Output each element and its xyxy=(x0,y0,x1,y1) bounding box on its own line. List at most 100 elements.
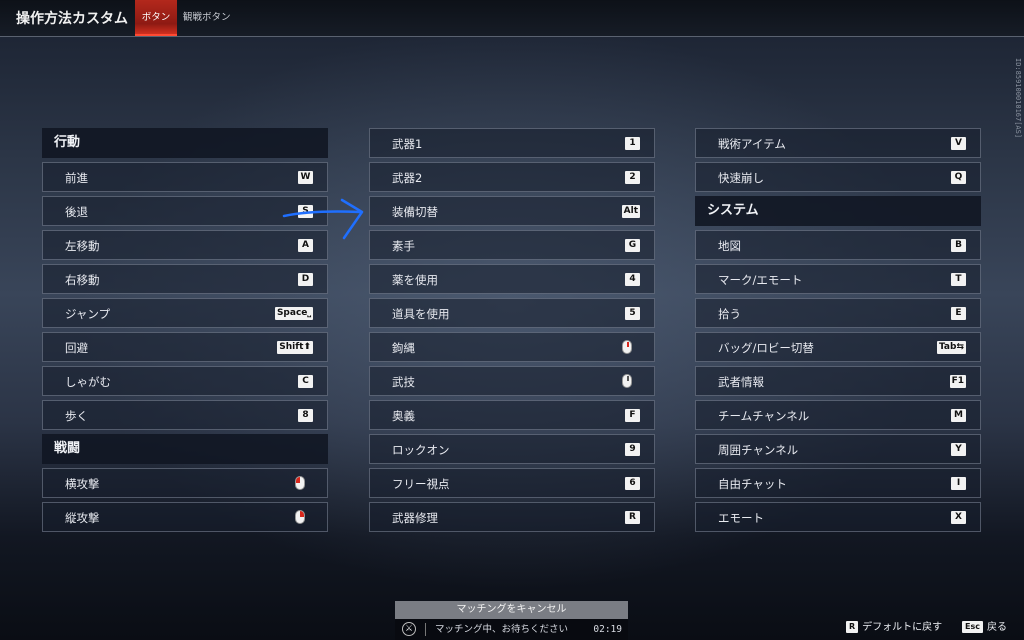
keybind-label: ジャンプ xyxy=(65,307,111,321)
keybind-label: 快速崩し xyxy=(718,171,764,185)
matching-timer: 02:19 xyxy=(593,624,622,635)
keybind-row-mark-emote[interactable]: マーク/エモート T xyxy=(695,264,981,294)
mouse-wheel-icon xyxy=(622,374,632,388)
keybind-row-nearby-channel[interactable]: 周囲チャンネル Y xyxy=(695,434,981,464)
keybind-row-ultimate[interactable]: 奥義 F xyxy=(369,400,655,430)
reset-default-label: デフォルトに戻す xyxy=(862,622,943,633)
keybind-row-equipment-switch[interactable]: 装備切替 Alt xyxy=(369,196,655,226)
keybind-label: 左移動 xyxy=(65,239,100,253)
keybind-row-team-channel[interactable]: チームチャンネル M xyxy=(695,400,981,430)
keybind-row-use-tool[interactable]: 道具を使用 5 xyxy=(369,298,655,328)
back-label: 戻る xyxy=(986,622,1007,633)
keybind-row-free-view[interactable]: フリー視点 6 xyxy=(369,468,655,498)
keybind-label: 横攻撃 xyxy=(65,477,100,491)
keybind-row-unarmed[interactable]: 素手 G xyxy=(369,230,655,260)
tab-buttons[interactable]: ボタン xyxy=(135,0,177,36)
key-badge: W xyxy=(298,171,313,184)
keybind-row-jump[interactable]: ジャンプ Space⎵ xyxy=(42,298,328,328)
keybind-label: 自由チャット xyxy=(718,477,787,491)
key-badge: 6 xyxy=(625,477,640,490)
keybind-row-walk[interactable]: 歩く 8 xyxy=(42,400,328,430)
key-badge: C xyxy=(298,375,313,388)
keybind-label: チームチャンネル xyxy=(718,409,810,423)
keybind-row-forward[interactable]: 前進 W xyxy=(42,162,328,192)
keybind-row-right[interactable]: 右移動 D xyxy=(42,264,328,294)
keybind-row-horizontal-attack[interactable]: 横攻撃 xyxy=(42,468,328,498)
version-id: ID:8591000101​67[AS] xyxy=(1014,58,1022,139)
keybind-row-vertical-attack[interactable]: 縦攻撃 xyxy=(42,502,328,532)
key-badge: Y xyxy=(951,443,966,456)
key-badge: A xyxy=(298,239,313,252)
keybind-label: 回避 xyxy=(65,341,88,355)
keybind-row-quick-break[interactable]: 快速崩し Q xyxy=(695,162,981,192)
section-header-system: システム xyxy=(695,196,981,226)
key-badge: R xyxy=(625,511,640,524)
tab-spectate-buttons[interactable]: 観戦ボタン xyxy=(177,0,237,36)
mouse-right-icon xyxy=(295,510,305,524)
key-badge: Esc xyxy=(962,621,983,633)
section-title: 行動 xyxy=(54,135,81,150)
keybind-row-weapon2[interactable]: 武器2 2 xyxy=(369,162,655,192)
keybind-label: フリー視点 xyxy=(392,477,450,491)
keybind-label: 武器1 xyxy=(392,137,423,151)
keybind-row-lock-on[interactable]: ロックオン 9 xyxy=(369,434,655,464)
key-badge: M xyxy=(951,409,966,422)
keybind-label: 右移動 xyxy=(65,273,100,287)
page-title: 操作方法カスタム xyxy=(16,11,128,27)
key-badge: E xyxy=(951,307,966,320)
arrow-annotation-icon xyxy=(282,198,364,240)
column-weapons: 武器1 1 武器2 2 装備切替 Alt 素手 G 薬を使用 4 道具を使用 5 鉤縄 武技… xyxy=(369,128,655,536)
column-action-combat: 行動 前進 W 後退 S 左移動 A 右移動 D ジャンプ Space⎵ 回避 Shift⬆… xyxy=(42,128,328,536)
keybind-row-weapon1[interactable]: 武器1 1 xyxy=(369,128,655,158)
keybind-row-weapon-repair[interactable]: 武器修理 R xyxy=(369,502,655,532)
keybind-row-bag-lobby[interactable]: バッグ/ロビー切替 Tab⇆ xyxy=(695,332,981,362)
key-badge: B xyxy=(951,239,966,252)
reset-default-button[interactable]: R デフォルトに戻す xyxy=(846,620,942,636)
key-badge: 1 xyxy=(625,137,640,150)
keybind-label: 素手 xyxy=(392,239,415,253)
key-badge: 8 xyxy=(298,409,313,422)
section-header-action: 行動 xyxy=(42,128,328,158)
key-badge: 5 xyxy=(625,307,640,320)
key-badge: F xyxy=(625,409,640,422)
mouse-wheel-icon xyxy=(622,340,632,354)
keybind-label: 戦術アイテム xyxy=(718,137,786,151)
keybind-label: バッグ/ロビー切替 xyxy=(718,341,814,355)
keybind-label: 後退 xyxy=(65,205,88,219)
cancel-matching-button[interactable]: マッチングをキャンセル xyxy=(395,601,628,619)
keybind-row-map[interactable]: 地図 B xyxy=(695,230,981,260)
key-badge: I xyxy=(951,477,966,490)
key-badge: Q xyxy=(951,171,966,184)
mouse-left-icon xyxy=(295,476,305,490)
keybind-label: 薬を使用 xyxy=(392,273,438,287)
keybind-label: 道具を使用 xyxy=(392,307,450,321)
keybind-row-use-medicine[interactable]: 薬を使用 4 xyxy=(369,264,655,294)
keybind-row-free-chat[interactable]: 自由チャット I xyxy=(695,468,981,498)
key-badge: X xyxy=(951,511,966,524)
key-badge: R xyxy=(846,621,859,633)
key-badge: D xyxy=(298,273,313,286)
keybind-row-pickup[interactable]: 拾う E xyxy=(695,298,981,328)
key-badge: Tab⇆ xyxy=(936,341,966,354)
keybind-row-tactical-item[interactable]: 戦術アイテム V xyxy=(695,128,981,158)
matching-status-text: マッチング中、お待ちください xyxy=(435,624,569,635)
key-badge: 9 xyxy=(625,443,640,456)
keybind-label: 歩く xyxy=(65,409,88,423)
keybind-row-crouch[interactable]: しゃがむ C xyxy=(42,366,328,396)
keybind-row-grappling-hook[interactable]: 鉤縄 xyxy=(369,332,655,362)
keybind-label: エモート xyxy=(718,511,764,525)
key-badge: V xyxy=(951,137,966,150)
keybind-label: 奥義 xyxy=(392,409,415,423)
keybind-label: しゃがむ xyxy=(65,375,111,389)
column-system: 戦術アイテム V 快速崩し Q システム 地図 B マーク/エモート T 拾う E バッグ… xyxy=(695,128,981,536)
keybind-label: 武器修理 xyxy=(392,511,438,525)
keybind-row-dodge[interactable]: 回避 Shift⬆ xyxy=(42,332,328,362)
keybind-row-warrior-info[interactable]: 武者情報 F1 xyxy=(695,366,981,396)
keybind-row-emote[interactable]: エモート X xyxy=(695,502,981,532)
key-badge: 2 xyxy=(625,171,640,184)
back-button[interactable]: Esc 戻る xyxy=(962,620,1007,636)
keybind-label: 前進 xyxy=(65,171,88,185)
keybind-label: 周囲チャンネル xyxy=(718,443,799,457)
keybind-label: 縦攻撃 xyxy=(65,511,100,525)
keybind-row-skill[interactable]: 武技 xyxy=(369,366,655,396)
